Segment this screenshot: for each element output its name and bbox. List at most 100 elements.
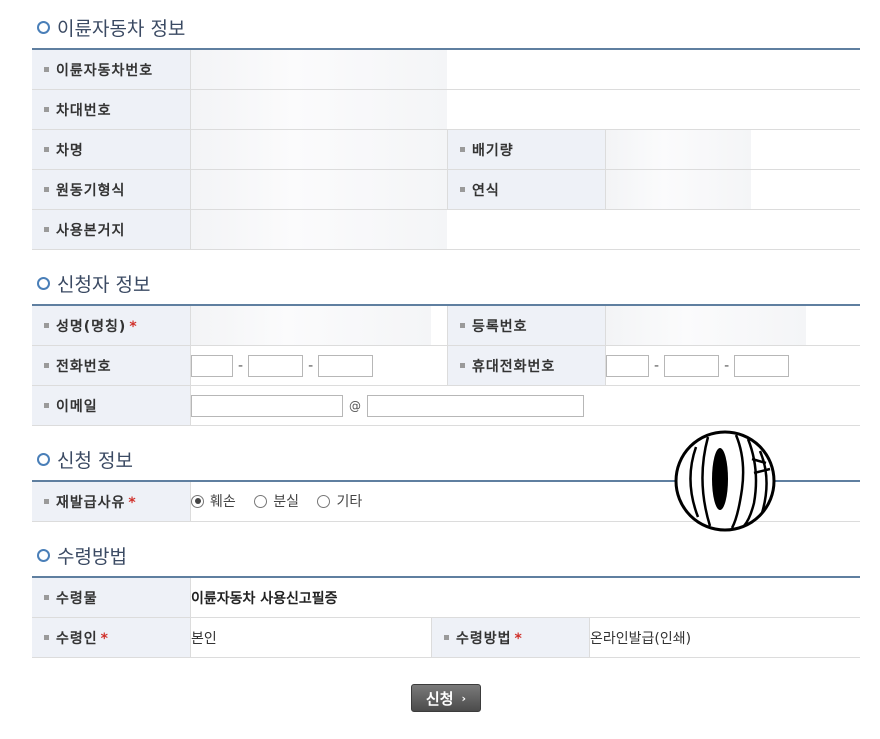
submit-button[interactable]: 신청› <box>411 684 481 712</box>
required-mark: * <box>101 631 109 647</box>
mobile-field-3[interactable] <box>734 355 789 377</box>
radio-lost[interactable]: 분실 <box>254 491 299 511</box>
table-row: 이륜자동차번호 <box>32 49 860 90</box>
square-bullet-icon <box>44 227 49 232</box>
applicant-info-section: 신청자 정보 성명(명칭)* 등록번호 전화번호 -- 휴대전화번호 -- 이메… <box>32 268 860 426</box>
receive-method-section: 수령방법 수령물 이륜자동차 사용신고필증 수령인* 본인 수령방법* 온라인발… <box>32 540 860 658</box>
table-row: 성명(명칭)* 등록번호 <box>32 305 860 346</box>
table-row: 차명 배기량 <box>32 130 860 170</box>
radio-icon[interactable] <box>254 495 267 508</box>
radio-damaged[interactable]: 훼손 <box>191 491 236 511</box>
circle-bullet-icon <box>37 277 50 290</box>
value-vin <box>191 90 861 130</box>
label-name: 성명(명칭)* <box>32 305 191 346</box>
value-method: 온라인발급(인쇄) <box>590 618 861 658</box>
square-bullet-icon <box>44 403 49 408</box>
dash-separator: - <box>238 358 243 374</box>
table-row: 수령인* 본인 수령방법* 온라인발급(인쇄) <box>32 618 860 658</box>
dash-separator: - <box>724 358 729 374</box>
label-email: 이메일 <box>32 386 191 426</box>
label-method: 수령방법* <box>432 618 590 658</box>
label-vin: 차대번호 <box>32 90 191 130</box>
square-bullet-icon <box>44 499 49 504</box>
label-id-no: 등록번호 <box>448 305 606 346</box>
email-inputs: @ <box>191 386 861 426</box>
table-row: 이메일 @ <box>32 386 860 426</box>
value-year <box>606 170 861 210</box>
receive-method-title: 수령방법 <box>32 540 860 570</box>
redacted-block <box>606 306 806 345</box>
square-bullet-icon <box>44 635 49 640</box>
label-reg-no: 이륜자동차번호 <box>32 49 191 90</box>
email-id-field[interactable] <box>191 395 343 417</box>
table-row: 전화번호 -- 휴대전화번호 -- <box>32 346 860 386</box>
value-name <box>191 305 448 346</box>
mobile-field-2[interactable] <box>664 355 719 377</box>
applicant-info-title: 신청자 정보 <box>32 268 860 298</box>
radio-selected-icon[interactable] <box>191 495 204 508</box>
redacted-block <box>191 130 447 169</box>
table-row: 사용본거지 <box>32 210 860 250</box>
square-bullet-icon <box>460 363 465 368</box>
chevron-right-icon: › <box>462 692 467 705</box>
table-row: 차대번호 <box>32 90 860 130</box>
redacted-block <box>191 90 447 129</box>
square-bullet-icon <box>460 323 465 328</box>
value-model <box>191 130 448 170</box>
value-displacement <box>606 130 861 170</box>
square-bullet-icon <box>44 363 49 368</box>
redacted-block <box>191 170 447 209</box>
redacted-block <box>606 170 751 209</box>
label-model: 차명 <box>32 130 191 170</box>
radio-other[interactable]: 기타 <box>317 491 362 511</box>
label-mobile: 휴대전화번호 <box>448 346 606 386</box>
mobile-inputs: -- <box>606 346 861 386</box>
table-row: 수령물 이륜자동차 사용신고필증 <box>32 577 860 618</box>
value-recipient: 본인 <box>191 618 432 658</box>
email-domain-field[interactable] <box>367 395 584 417</box>
dash-separator: - <box>654 358 659 374</box>
redacted-block <box>191 50 447 89</box>
square-bullet-icon <box>44 595 49 600</box>
dash-separator: - <box>308 358 313 374</box>
label-recipient: 수령인* <box>32 618 191 658</box>
value-address <box>191 210 861 250</box>
redacted-block <box>191 306 431 345</box>
radio-icon[interactable] <box>317 495 330 508</box>
label-year: 연식 <box>448 170 606 210</box>
vehicle-info-title: 이륜자동차 정보 <box>32 12 860 42</box>
redacted-block <box>606 130 751 169</box>
circle-bullet-icon <box>37 21 50 34</box>
required-mark: * <box>129 319 137 335</box>
value-item: 이륜자동차 사용신고필증 <box>191 577 861 618</box>
square-bullet-icon <box>44 67 49 72</box>
square-bullet-icon <box>444 635 449 640</box>
label-displacement: 배기량 <box>448 130 606 170</box>
at-sign: @ <box>349 399 361 413</box>
value-reg-no <box>191 49 861 90</box>
phone-field-1[interactable] <box>191 355 233 377</box>
phone-field-3[interactable] <box>318 355 373 377</box>
applicant-info-table: 성명(명칭)* 등록번호 전화번호 -- 휴대전화번호 -- 이메일 @ <box>32 304 860 426</box>
phone-inputs: -- <box>191 346 448 386</box>
table-row: 원동기형식 연식 <box>32 170 860 210</box>
circle-bullet-icon <box>37 453 50 466</box>
mobile-field-1[interactable] <box>606 355 649 377</box>
vehicle-info-table: 이륜자동차번호 차대번호 차명 배기량 원동기형식 연식 사용본거지 <box>32 48 860 250</box>
square-bullet-icon <box>44 147 49 152</box>
phone-field-2[interactable] <box>248 355 303 377</box>
value-engine <box>191 170 448 210</box>
square-bullet-icon <box>460 187 465 192</box>
value-id-no <box>606 305 861 346</box>
square-bullet-icon <box>44 323 49 328</box>
label-item: 수령물 <box>32 577 191 618</box>
label-reason: 재발급사유* <box>32 481 191 522</box>
label-address: 사용본거지 <box>32 210 191 250</box>
square-bullet-icon <box>44 187 49 192</box>
label-phone: 전화번호 <box>32 346 191 386</box>
required-mark: * <box>128 495 136 511</box>
label-engine: 원동기형식 <box>32 170 191 210</box>
redacted-block <box>191 210 447 249</box>
required-mark: * <box>515 631 523 647</box>
circular-stamp-icon <box>674 429 778 533</box>
